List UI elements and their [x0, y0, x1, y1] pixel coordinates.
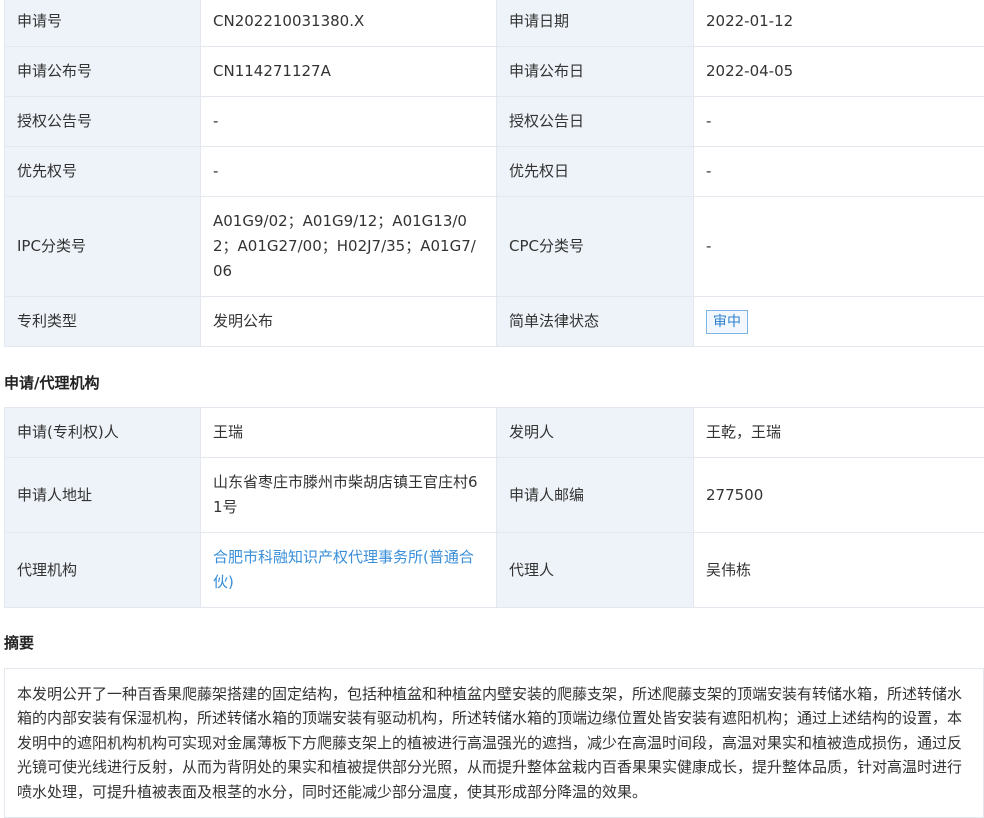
application-number-label: 申请号 — [5, 0, 201, 47]
applicant-postcode-label: 申请人邮编 — [497, 458, 694, 533]
applicant-label: 申请(专利权)人 — [5, 408, 201, 458]
table-row: 优先权号 - 优先权日 - — [5, 147, 984, 197]
table-row: 申请(专利权)人 王瑞 发明人 王乾，王瑞 — [5, 408, 984, 458]
priority-number-label: 优先权号 — [5, 147, 201, 197]
legal-status-cell: 审中 — [694, 297, 984, 347]
applicant-address-value: 山东省枣庄市滕州市柴胡店镇王官庄村61号 — [201, 458, 497, 533]
inventor-value: 王乾，王瑞 — [694, 408, 984, 458]
basic-info-table: 申请号 CN202210031380.X 申请日期 2022-01-12 申请公… — [4, 0, 984, 347]
agency-section-title: 申请/代理机构 — [4, 372, 99, 393]
publication-number-label: 申请公布号 — [5, 47, 201, 97]
legal-status-badge: 审中 — [706, 310, 748, 334]
agent-label: 代理人 — [497, 533, 694, 608]
priority-date-label: 优先权日 — [497, 147, 694, 197]
table-row: 代理机构 合肥市科融知识产权代理事务所(普通合伙) 代理人 吴伟栋 — [5, 533, 984, 608]
applicant-address-label: 申请人地址 — [5, 458, 201, 533]
agency-cell: 合肥市科融知识产权代理事务所(普通合伙) — [201, 533, 497, 608]
agency-table: 申请(专利权)人 王瑞 发明人 王乾，王瑞 申请人地址 山东省枣庄市滕州市柴胡店… — [4, 407, 984, 608]
patent-type-label: 专利类型 — [5, 297, 201, 347]
table-row: 申请人地址 山东省枣庄市滕州市柴胡店镇王官庄村61号 申请人邮编 277500 — [5, 458, 984, 533]
patent-detail-page: 申请号 CN202210031380.X 申请日期 2022-01-12 申请公… — [0, 0, 984, 814]
publication-date-value: 2022-04-05 — [694, 47, 984, 97]
applicant-value: 王瑞 — [201, 408, 497, 458]
application-number-value: CN202210031380.X — [201, 0, 497, 47]
cpc-label: CPC分类号 — [497, 197, 694, 297]
legal-status-label: 简单法律状态 — [497, 297, 694, 347]
patent-type-value: 发明公布 — [201, 297, 497, 347]
table-row: 授权公告号 - 授权公告日 - — [5, 97, 984, 147]
applicant-postcode-value: 277500 — [694, 458, 984, 533]
abstract-text: 本发明公开了一种百香果爬藤架搭建的固定结构，包括种植盆和种植盆内壁安装的爬藤支架… — [4, 668, 984, 818]
inventor-label: 发明人 — [497, 408, 694, 458]
table-row: 专利类型 发明公布 简单法律状态 审中 — [5, 297, 984, 347]
application-date-value: 2022-01-12 — [694, 0, 984, 47]
table-row: 申请公布号 CN114271127A 申请公布日 2022-04-05 — [5, 47, 984, 97]
grant-number-label: 授权公告号 — [5, 97, 201, 147]
grant-number-value: - — [201, 97, 497, 147]
publication-number-value: CN114271127A — [201, 47, 497, 97]
cpc-value: - — [694, 197, 984, 297]
grant-date-label: 授权公告日 — [497, 97, 694, 147]
grant-date-value: - — [694, 97, 984, 147]
ipc-value: A01G9/02；A01G9/12；A01G13/02；A01G27/00；H0… — [201, 197, 497, 297]
table-row: 申请号 CN202210031380.X 申请日期 2022-01-12 — [5, 0, 984, 47]
table-row: IPC分类号 A01G9/02；A01G9/12；A01G13/02；A01G2… — [5, 197, 984, 297]
agency-link[interactable]: 合肥市科融知识产权代理事务所(普通合伙) — [213, 548, 474, 591]
agency-label: 代理机构 — [5, 533, 201, 608]
publication-date-label: 申请公布日 — [497, 47, 694, 97]
application-date-label: 申请日期 — [497, 0, 694, 47]
priority-number-value: - — [201, 147, 497, 197]
abstract-section-title: 摘要 — [4, 632, 34, 653]
ipc-label: IPC分类号 — [5, 197, 201, 297]
agent-value: 吴伟栋 — [694, 533, 984, 608]
priority-date-value: - — [694, 147, 984, 197]
